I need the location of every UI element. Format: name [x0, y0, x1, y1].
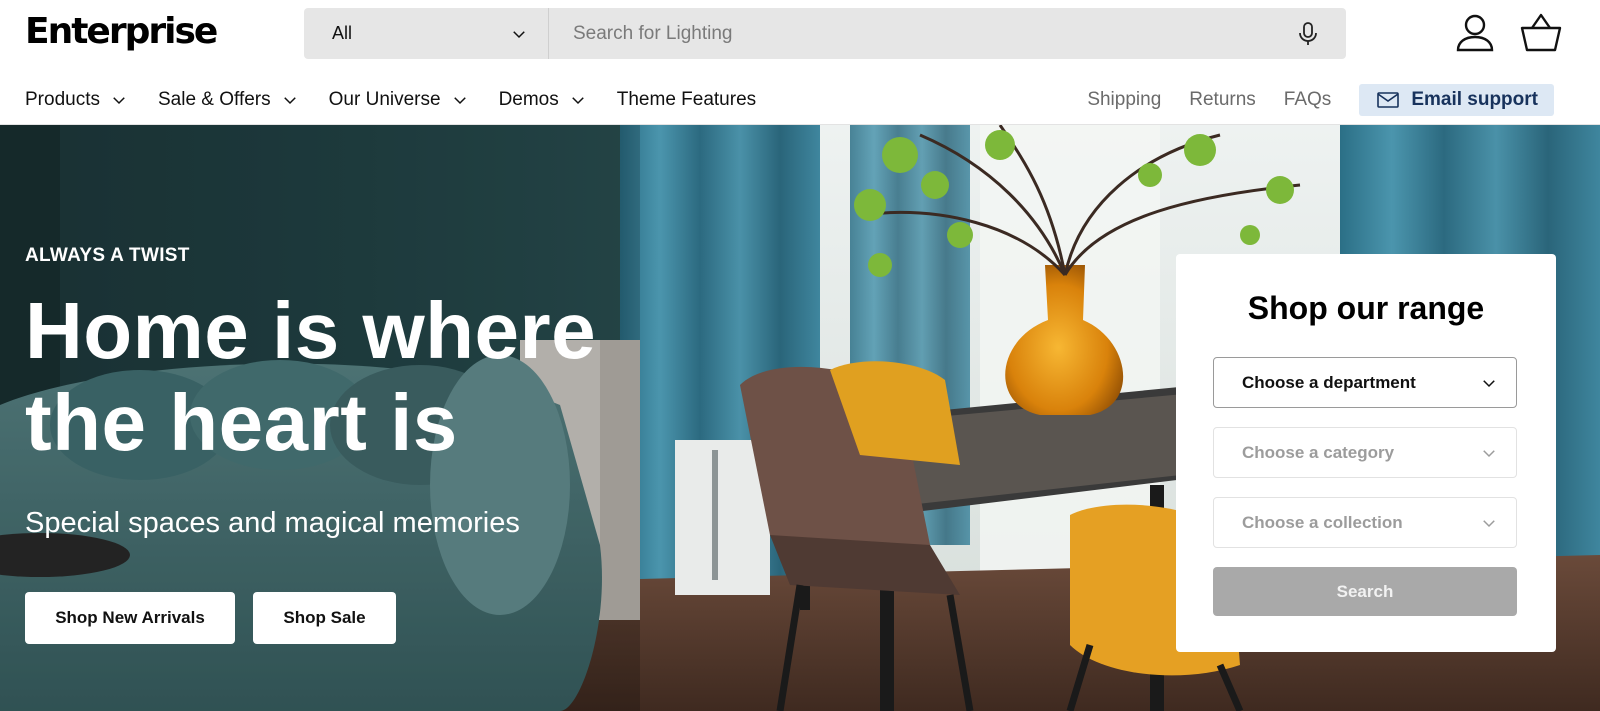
nav-item-theme-features[interactable]: Theme Features — [617, 84, 756, 116]
shop-range-title: Shop our range — [1247, 290, 1485, 326]
search-input[interactable] — [549, 8, 1346, 59]
shop-range-search-button[interactable]: Search — [1213, 567, 1517, 616]
nav-item-label: Theme Features — [616, 89, 757, 110]
faqs-link[interactable]: FAQs — [1284, 89, 1332, 111]
department-select-label: Choose a department — [1242, 372, 1416, 392]
collection-select[interactable]: Choose a collection — [1213, 497, 1517, 548]
nav-item-label: Our Universe — [328, 89, 441, 110]
envelope-icon — [1377, 92, 1400, 108]
collection-select-label: Choose a collection — [1242, 512, 1403, 532]
nav-item-label: Sale & Offers — [157, 89, 271, 110]
shop-sale-button[interactable]: Shop Sale — [253, 592, 396, 644]
category-select[interactable]: Choose a category — [1213, 427, 1517, 478]
email-support-label: Email support — [1411, 89, 1538, 110]
chevron-down-icon — [571, 97, 584, 105]
shop-range-panel: Shop our range Choose a department Choos… — [1176, 254, 1556, 652]
hero-eyebrow: ALWAYS A TWIST — [25, 245, 190, 266]
nav-item-products[interactable]: Products — [25, 84, 128, 116]
shop-new-arrivals-button[interactable]: Shop New Arrivals — [25, 592, 235, 644]
main-nav: Products Sale & Offers Our Universe Demo… — [25, 84, 786, 116]
user-icon[interactable] — [1454, 12, 1496, 54]
utility-nav: Shipping Returns FAQs Email support — [1059, 84, 1554, 116]
shipping-link[interactable]: Shipping — [1087, 89, 1161, 111]
hero-banner: ALWAYS A TWIST Home is where the heart i… — [0, 125, 1600, 711]
category-select-label: Choose a category — [1242, 442, 1395, 462]
hero-headline: Home is where the heart is — [25, 286, 597, 467]
returns-link[interactable]: Returns — [1189, 89, 1256, 111]
nav-item-label: Products — [25, 89, 100, 110]
chevron-down-icon — [1483, 379, 1495, 387]
nav-item-demos[interactable]: Demos — [499, 84, 587, 116]
search-category-label: All — [332, 23, 353, 43]
nav-item-label: Demos — [498, 89, 559, 110]
brand-logo[interactable]: Enterprise — [25, 10, 218, 54]
site-header: Enterprise All Products Sale & Offers — [0, 0, 1600, 125]
chevron-down-icon — [113, 97, 125, 105]
basket-icon[interactable] — [1520, 12, 1562, 54]
chevron-down-icon — [513, 30, 525, 38]
microphone-icon[interactable] — [1296, 21, 1320, 47]
search-category-select[interactable]: All — [304, 8, 549, 59]
chevron-down-icon — [1483, 519, 1495, 527]
department-select[interactable]: Choose a department — [1213, 357, 1517, 408]
chevron-down-icon — [453, 97, 466, 105]
hero-subline: Special spaces and magical memories — [25, 507, 520, 539]
chevron-down-icon — [283, 97, 296, 105]
nav-item-our-universe[interactable]: Our Universe — [329, 84, 469, 116]
search-bar: All — [304, 8, 1346, 59]
search-field-wrap — [549, 8, 1346, 59]
nav-item-sale-offers[interactable]: Sale & Offers — [158, 84, 299, 116]
chevron-down-icon — [1483, 449, 1495, 457]
email-support-button[interactable]: Email support — [1359, 84, 1554, 116]
